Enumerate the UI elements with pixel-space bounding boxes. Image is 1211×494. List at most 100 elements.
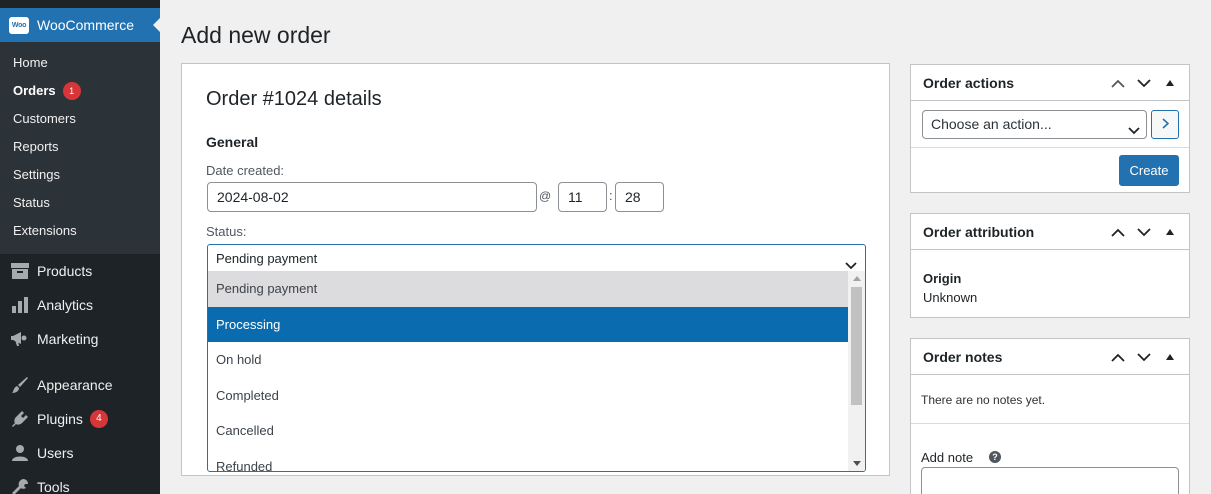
help-icon[interactable]: ? (989, 451, 1001, 463)
status-option-on-hold[interactable]: On hold (208, 342, 849, 378)
move-down-icon[interactable] (1131, 219, 1157, 245)
toggle-panel-icon[interactable] (1157, 70, 1183, 96)
submenu-item-reports[interactable]: Reports (0, 133, 160, 161)
at-symbol: @ (539, 189, 552, 203)
apply-action-button[interactable] (1151, 110, 1179, 139)
status-select[interactable]: Pending payment Pending payment Processi… (207, 244, 866, 472)
divider (911, 147, 1189, 148)
user-icon (10, 443, 30, 463)
status-current-value[interactable]: Pending payment (208, 245, 865, 271)
scroll-up-arrow-icon[interactable] (853, 276, 861, 281)
submenu-item-customers[interactable]: Customers (0, 105, 160, 133)
orders-count-badge: 1 (62, 82, 81, 100)
no-notes-text: There are no notes yet. (921, 393, 1046, 407)
woocommerce-logo-icon: Woo (9, 16, 29, 34)
archive-icon (10, 261, 30, 281)
order-data-panel: Order #1024 details General Date created… (181, 63, 890, 476)
add-note-textarea[interactable] (921, 467, 1179, 494)
sidebar-item-plugins[interactable]: Plugins 4 (0, 402, 160, 436)
toggle-panel-icon[interactable] (1157, 219, 1183, 245)
sidebar-item-label: Plugins (37, 411, 83, 427)
status-option-refunded[interactable]: Refunded (208, 449, 849, 472)
sidebar-item-users[interactable]: Users (0, 436, 160, 470)
sidebar-item-products[interactable]: Products (0, 254, 160, 288)
add-note-label: Add note (921, 450, 974, 465)
wrench-icon (10, 477, 30, 494)
admin-sidebar: Woo WooCommerce Home Orders 1 Customers R… (0, 0, 161, 494)
sidebar-item-label: WooCommerce (37, 17, 134, 33)
status-options-list: Pending payment Processing On hold Compl… (208, 271, 849, 472)
submenu-item-extensions[interactable]: Extensions (0, 217, 160, 245)
time-separator: : (609, 188, 613, 203)
sidebar-item-label: Marketing (37, 331, 99, 347)
submenu-item-label: Customers (13, 111, 76, 126)
general-heading: General (206, 134, 259, 150)
create-button[interactable]: Create (1119, 155, 1179, 186)
minute-input[interactable]: 28 (615, 182, 664, 212)
move-up-icon[interactable] (1105, 344, 1131, 370)
sidebar-item-label: Users (37, 445, 74, 461)
sidebar-item-marketing[interactable]: Marketing (0, 322, 160, 356)
submenu-item-label: Extensions (13, 223, 77, 238)
status-option-cancelled[interactable]: Cancelled (208, 413, 849, 449)
order-actions-box: Order actions Choose an action... Create (910, 64, 1190, 193)
submenu-item-label: Reports (13, 139, 59, 154)
toggle-panel-icon[interactable] (1157, 344, 1183, 370)
submenu-item-label: Status (13, 195, 50, 210)
order-attribution-header: Order attribution (911, 214, 1189, 250)
plugin-icon (10, 409, 30, 429)
move-up-icon[interactable] (1105, 70, 1131, 96)
box-title: Order actions (923, 74, 1015, 91)
move-down-icon[interactable] (1131, 344, 1157, 370)
submenu-item-orders[interactable]: Orders 1 (0, 77, 160, 105)
order-attribution-box: Order attribution Origin Unknown (910, 213, 1190, 318)
sidebar-item-woocommerce[interactable]: Woo WooCommerce (0, 8, 161, 42)
origin-value: Unknown (923, 290, 978, 305)
submenu-item-home[interactable]: Home (0, 49, 160, 77)
sidebar-item-label: Tools (37, 479, 70, 494)
move-down-icon[interactable] (1131, 70, 1157, 96)
sidebar-item-label: Appearance (37, 377, 113, 393)
sidebar-item-tools[interactable]: Tools (0, 470, 160, 494)
submenu-item-label: Home (13, 55, 48, 70)
move-up-icon[interactable] (1105, 219, 1131, 245)
options-scrollbar[interactable] (848, 271, 865, 471)
status-option-completed[interactable]: Completed (208, 378, 849, 414)
box-title: Order notes (923, 348, 1003, 365)
date-created-input[interactable]: 2024-08-02 (207, 182, 537, 212)
submenu-item-label: Settings (13, 167, 60, 182)
hour-input[interactable]: 11 (558, 182, 607, 212)
box-controls (1105, 65, 1183, 101)
status-option-pending-payment[interactable]: Pending payment (208, 271, 849, 307)
chevron-down-icon (1128, 117, 1140, 144)
bar-chart-icon (10, 295, 30, 315)
origin-label: Origin (923, 271, 962, 286)
chevron-right-icon (1161, 117, 1169, 132)
plugins-update-badge: 4 (89, 410, 108, 428)
divider (911, 423, 1189, 424)
sidebar-item-label: Analytics (37, 297, 94, 313)
scrollbar-thumb[interactable] (851, 287, 862, 405)
box-controls (1105, 214, 1183, 250)
submenu-item-status[interactable]: Status (0, 189, 160, 217)
woocommerce-submenu: Home Orders 1 Customers Reports Settings … (0, 42, 160, 254)
order-action-select[interactable]: Choose an action... (922, 110, 1147, 139)
paintbrush-icon (10, 375, 30, 395)
order-notes-header: Order notes (911, 339, 1189, 375)
status-label: Status: (206, 224, 247, 239)
scroll-down-arrow-icon[interactable] (853, 461, 861, 466)
sidebar-item-analytics[interactable]: Analytics (0, 288, 160, 322)
sidebar-item-appearance[interactable]: Appearance (0, 368, 160, 402)
submenu-item-settings[interactable]: Settings (0, 161, 160, 189)
megaphone-icon (10, 329, 30, 349)
submenu-item-label: Orders (13, 83, 56, 98)
status-value-text: Pending payment (216, 251, 318, 266)
order-notes-box: Order notes There are no notes yet. Add … (910, 338, 1190, 494)
box-controls (1105, 339, 1183, 375)
order-actions-header: Order actions (911, 65, 1189, 101)
date-created-label: Date created: (206, 163, 285, 178)
order-title: Order #1024 details (206, 88, 382, 110)
status-option-processing[interactable]: Processing (208, 306, 849, 342)
select-placeholder: Choose an action... (931, 116, 1052, 132)
box-title: Order attribution (923, 223, 1035, 240)
